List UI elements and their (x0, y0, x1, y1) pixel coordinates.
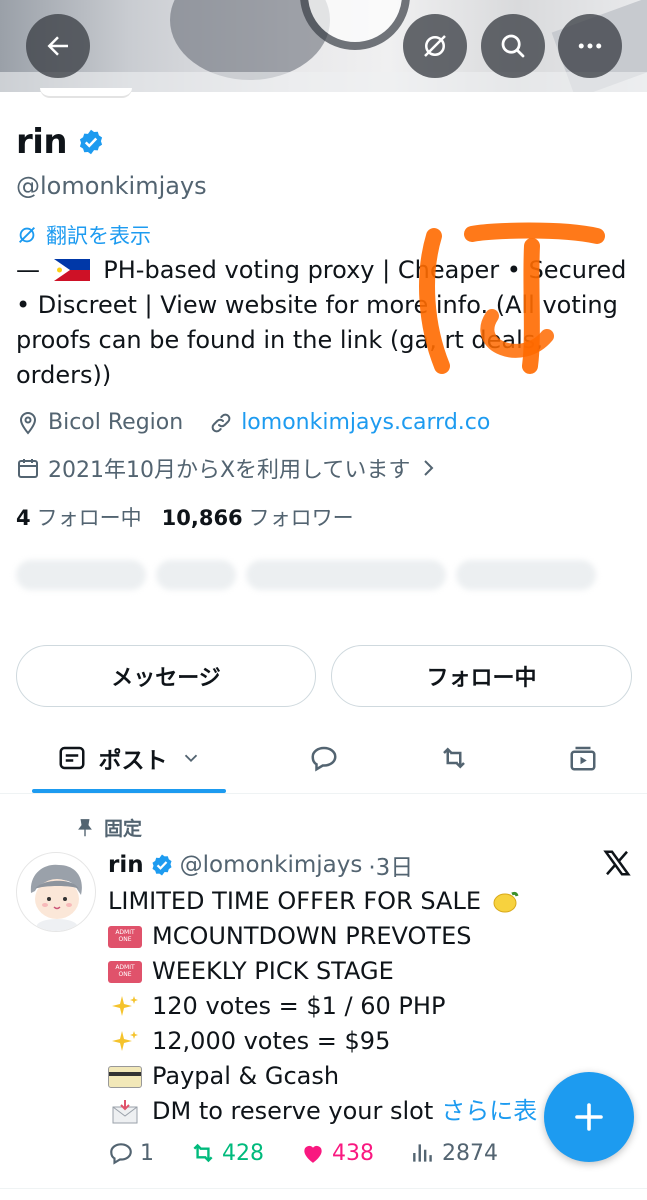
post-line: ADMIT ONE MCOUNTDOWN PREVOTES (108, 919, 638, 954)
followers-stat[interactable]: 10,866 フォロワー (162, 502, 354, 532)
heart-filled-icon (304, 1145, 322, 1163)
credit-card-icon (108, 1064, 142, 1090)
ticket-icon: ADMIT ONE (108, 924, 142, 950)
philippines-flag-icon (53, 259, 90, 281)
translate-bio-link[interactable]: 翻訳を表示 (16, 220, 151, 250)
profile-tabs: ポスト (0, 722, 647, 794)
profile-avatar-edge[interactable] (40, 88, 132, 98)
tab-reposts[interactable] (414, 722, 494, 794)
reply-bubble-icon (311, 746, 337, 772)
followers-label: フォロワー (248, 506, 354, 530)
tab-media[interactable] (543, 722, 623, 794)
search-button[interactable] (481, 14, 545, 78)
tab-posts[interactable]: ポスト (32, 722, 226, 794)
views-bar-icon (413, 1144, 432, 1162)
pinned-indicator: 固定 (74, 814, 142, 841)
pinned-label: 固定 (104, 818, 143, 840)
back-arrow-icon (47, 36, 68, 56)
post-line: 12,000 votes = $95 (108, 1024, 638, 1059)
post-author-name[interactable]: rin (108, 852, 144, 878)
like-button[interactable]: 438 (300, 1140, 374, 1166)
profile-meta-row: Bicol Region lomonkimjays.carrd.co (16, 410, 490, 435)
sparkles-icon (108, 994, 142, 1020)
message-button[interactable]: メッセージ (16, 645, 316, 707)
tab-replies[interactable] (284, 722, 364, 794)
bio-prefix: — (16, 256, 40, 284)
translate-label: 翻訳を表示 (46, 224, 151, 248)
post-header: rin @lomonkimjays ·3日 (108, 848, 413, 882)
verified-badge-icon (152, 854, 172, 876)
post-line: 120 votes = $1 / 60 PHP (108, 989, 638, 1024)
profile-name-row: rin (16, 122, 105, 162)
profile-bio: — PH-based voting proxy | Cheaper • Secu… (16, 253, 636, 393)
post-line-text: WEEKLY PICK STAGE (152, 957, 394, 985)
following-stat[interactable]: 4 フォロー中 (16, 502, 142, 532)
post-line-text: Paypal & Gcash (152, 1062, 340, 1090)
plus-icon (575, 1103, 603, 1131)
followers-count: 10,866 (161, 506, 243, 530)
avatar-illustration-icon (30, 864, 82, 931)
compose-post-button[interactable] (544, 1072, 634, 1162)
tab-posts-label: ポスト (98, 748, 168, 774)
more-options-button[interactable] (558, 14, 622, 78)
like-count: 438 (332, 1140, 374, 1166)
reply-button[interactable]: 1 (108, 1140, 154, 1166)
sparkles-icon (108, 1029, 142, 1055)
pin-icon (78, 818, 92, 836)
following-label: フォロー中 (36, 506, 142, 530)
no-translate-icon (424, 35, 446, 57)
follow-stats: 4 フォロー中 10,866 フォロワー (16, 502, 354, 532)
repost-button[interactable]: 428 (190, 1140, 264, 1166)
show-more-link[interactable]: さらに表 (441, 1094, 537, 1129)
joined-text: 2021年10月からXを利用しています (48, 458, 411, 483)
back-button[interactable] (26, 14, 90, 78)
repost-icon (193, 1143, 213, 1163)
following-button[interactable]: フォロー中 (331, 645, 632, 707)
more-dots-icon (578, 43, 602, 49)
following-count: 4 (16, 506, 31, 530)
reply-icon (110, 1143, 132, 1165)
views-button[interactable]: 2874 (410, 1140, 498, 1166)
post-line-text: 120 votes = $1 / 60 PHP (152, 992, 446, 1020)
no-translate-icon (19, 227, 35, 243)
location-text: Bicol Region (48, 410, 184, 435)
search-icon (501, 34, 525, 58)
active-tab-indicator (32, 789, 226, 793)
envelope-icon (108, 1099, 142, 1125)
ticket-icon: ADMIT ONE (108, 959, 142, 985)
website-link[interactable]: lomonkimjays.carrd.co (241, 410, 490, 435)
calendar-icon (18, 459, 38, 478)
joined-row[interactable]: 2021年10月からXを利用しています (16, 452, 448, 484)
repost-icon (443, 747, 465, 769)
bottom-navigation (0, 1188, 647, 1200)
post-time: ·3日 (368, 855, 414, 881)
repost-count: 428 (222, 1140, 264, 1166)
reply-count: 1 (140, 1140, 154, 1166)
location-pin-icon (19, 411, 37, 435)
x-logo-icon (603, 850, 631, 876)
chevron-down-icon (184, 754, 197, 763)
post-line: LIMITED TIME OFFER FOR SALE (108, 884, 638, 919)
views-count: 2874 (442, 1140, 498, 1166)
profile-banner (0, 0, 647, 92)
post-line-text: DM to reserve your slot (152, 1097, 434, 1125)
blurred-followers-preview (16, 560, 616, 616)
post-line-text: MCOUNTDOWN PREVOTES (152, 922, 472, 950)
lemon-icon (493, 891, 519, 912)
bio-text: PH-based voting proxy | Cheaper • Secure… (16, 256, 627, 389)
post-author-handle[interactable]: @lomonkimjays (180, 852, 363, 878)
post-line-text: LIMITED TIME OFFER FOR SALE (108, 887, 482, 915)
translate-off-button[interactable] (403, 14, 467, 78)
verified-badge-icon[interactable] (77, 128, 105, 156)
media-play-icon (570, 746, 596, 771)
link-icon (211, 413, 231, 432)
profile-name: rin (16, 122, 68, 162)
post-line: ADMIT ONE WEEKLY PICK STAGE (108, 954, 638, 989)
posts-tab-icon (59, 746, 84, 770)
post-avatar[interactable] (16, 852, 96, 932)
post-line-text: 12,000 votes = $95 (152, 1027, 391, 1055)
chevron-right-icon (424, 460, 434, 476)
profile-handle: @lomonkimjays (16, 172, 207, 200)
